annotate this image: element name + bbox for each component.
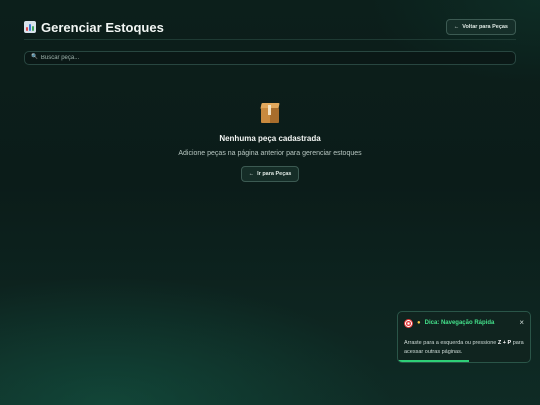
header-divider [24, 39, 516, 40]
empty-state: Nenhuma peça cadastrada Adicione peças n… [0, 102, 540, 182]
target-icon [404, 318, 413, 328]
page-header: Gerenciar Estoques ← Voltar para Peças [24, 14, 516, 40]
toast-message: Arraste para a esquerda ou pressione Z +… [404, 339, 524, 356]
bar-chart-icon [24, 21, 36, 33]
empty-state-title: Nenhuma peça cadastrada [219, 134, 321, 143]
page-title: Gerenciar Estoques [24, 20, 164, 35]
back-to-parts-label: Voltar para Peças [462, 24, 508, 30]
toast-message-start: Arraste para a esquerda ou pressione [404, 340, 498, 346]
back-to-parts-button[interactable]: ← Voltar para Peças [445, 19, 516, 35]
toast-title: Dica: Navegação Rápida [424, 320, 495, 326]
toast-progress-fill [398, 360, 470, 362]
toast-header: ● Dica: Navegação Rápida × [404, 318, 524, 328]
package-icon [259, 102, 281, 124]
close-icon[interactable]: × [519, 319, 524, 327]
arrow-left-icon: ← [248, 171, 255, 177]
page-title-text: Gerenciar Estoques [41, 19, 164, 35]
search-icon: 🔍 [31, 54, 38, 61]
arrow-left-icon: ← [453, 24, 460, 30]
empty-state-subtitle: Adicione peças na página anterior para g… [178, 150, 362, 157]
tip-toast: ● Dica: Navegação Rápida × Arraste para … [397, 311, 531, 363]
search-bar[interactable]: 🔍 [24, 51, 516, 65]
go-to-parts-button[interactable]: ← Ir para Peças [240, 166, 300, 182]
lightbulb-icon: ● [417, 320, 421, 326]
keyboard-shortcut: Z + P [497, 340, 512, 346]
toast-progress-bar [398, 360, 530, 362]
search-input[interactable] [40, 53, 241, 63]
go-to-parts-label: Ir para Peças [257, 171, 292, 177]
